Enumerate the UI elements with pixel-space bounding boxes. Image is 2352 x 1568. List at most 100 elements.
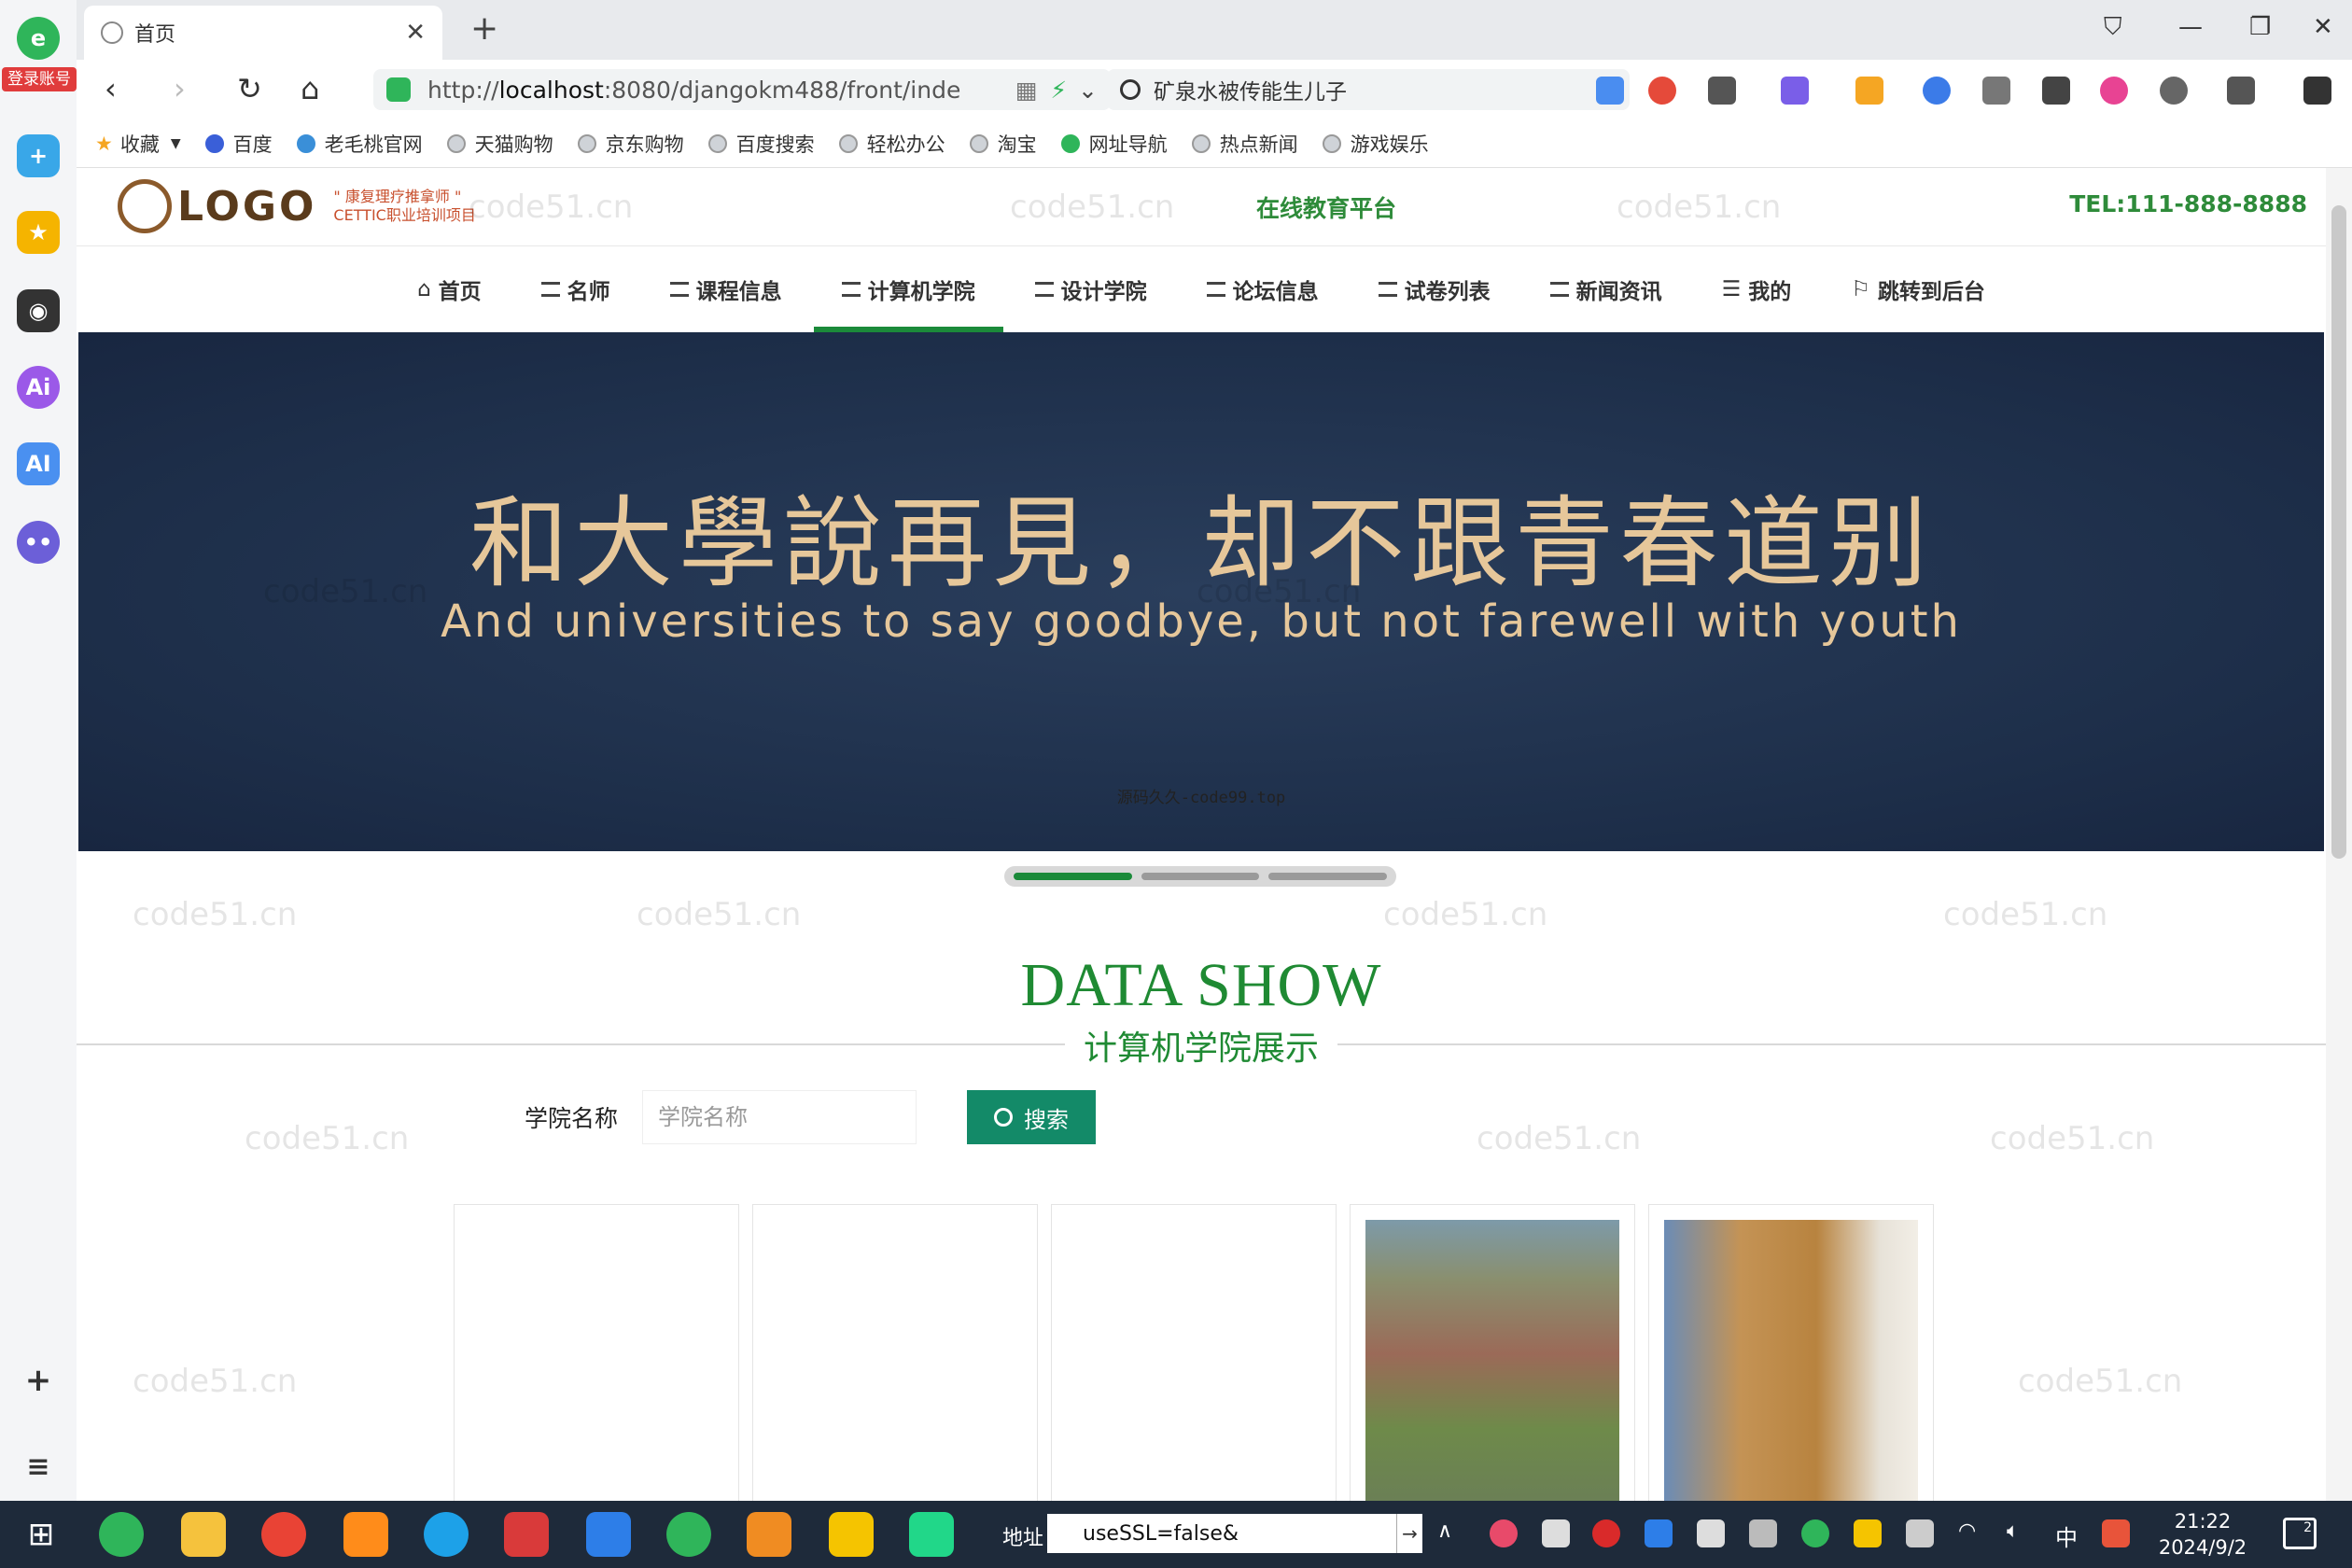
- volume-icon[interactable]: 🔈︎: [2007, 1519, 2035, 1547]
- carousel-dot-3[interactable]: [1268, 873, 1388, 880]
- tray-chevron-icon[interactable]: ∧: [1437, 1519, 1465, 1547]
- wps-icon[interactable]: [504, 1512, 549, 1557]
- hero-banner[interactable]: 和大學說再見，却不跟青春道别 And universities to say g…: [78, 332, 2324, 851]
- page-scrollbar[interactable]: [2326, 168, 2352, 1501]
- minimize-button[interactable]: —: [2178, 13, 2203, 41]
- ai-assistant-icon[interactable]: Ai: [17, 366, 60, 409]
- url-text[interactable]: http://localhost:8080/djangokm488/front/…: [427, 77, 1006, 104]
- tray-todesk-icon[interactable]: [1645, 1519, 1673, 1547]
- sublime-icon[interactable]: [343, 1512, 388, 1557]
- mail-icon[interactable]: [1596, 77, 1624, 105]
- menu-item-admin[interactable]: ⚐ 跳转到后台: [1851, 246, 1985, 332]
- bookmark-laomaotao[interactable]: 老毛桃官网: [296, 130, 423, 158]
- navicat-icon[interactable]: [747, 1512, 791, 1557]
- sogou-icon[interactable]: [2102, 1519, 2130, 1547]
- magnifier-icon[interactable]: [1923, 77, 1951, 105]
- tab-close-icon[interactable]: ✕: [405, 19, 426, 47]
- menu-item-courses[interactable]: 课程信息: [669, 246, 782, 332]
- close-window-button[interactable]: ✕: [2313, 13, 2333, 41]
- tray-mail-icon[interactable]: [1697, 1519, 1725, 1547]
- wifi-icon[interactable]: ◠: [1958, 1519, 1986, 1547]
- weibo-icon[interactable]: [1648, 77, 1676, 105]
- kk-icon[interactable]: [829, 1512, 874, 1557]
- address-bar[interactable]: http://localhost:8080/djangokm488/front/…: [373, 69, 1111, 110]
- plus-app-icon[interactable]: +: [17, 134, 60, 177]
- taskbar-go-icon[interactable]: →: [1396, 1514, 1422, 1553]
- college-card[interactable]: [1350, 1204, 1635, 1501]
- tray-app-icon[interactable]: [1490, 1519, 1518, 1547]
- college-card[interactable]: [454, 1204, 739, 1501]
- sidebar-add-icon[interactable]: +: [17, 1359, 60, 1402]
- bookmark-hot-news[interactable]: 热点新闻: [1191, 130, 1298, 158]
- start-icon[interactable]: ⊞: [19, 1512, 63, 1557]
- extensions-icon[interactable]: [1982, 77, 2010, 105]
- browser-taskbar-icon[interactable]: [99, 1512, 144, 1557]
- bookmark-tmall[interactable]: 天猫购物: [446, 130, 553, 158]
- edge-icon[interactable]: [424, 1512, 469, 1557]
- bot-face-icon[interactable]: ••: [17, 521, 60, 564]
- menu-item-teachers[interactable]: 名师: [540, 246, 610, 332]
- college-card[interactable]: [1051, 1204, 1337, 1501]
- bookmark-office[interactable]: 轻松办公: [838, 130, 945, 158]
- tray-wechat-icon[interactable]: [1801, 1519, 1829, 1547]
- menu-item-computer-college[interactable]: 计算机学院: [813, 246, 1003, 332]
- site-logo[interactable]: LOGO " 康复理疗推拿师 " CETTIC职业培训项目: [118, 179, 476, 233]
- scrollbar-thumb[interactable]: [2331, 205, 2346, 859]
- favorites-star-icon[interactable]: ★: [17, 211, 60, 254]
- input-method-indicator[interactable]: 中: [2055, 1519, 2078, 1552]
- menu-item-mine[interactable]: ☰ 我的: [1722, 246, 1792, 332]
- browser-logo-icon[interactable]: e: [17, 17, 60, 60]
- search-text[interactable]: 矿泉水被传能生儿子: [1154, 74, 1347, 105]
- college-name-input[interactable]: [642, 1090, 917, 1144]
- file-explorer-icon[interactable]: [181, 1512, 226, 1557]
- forward-icon[interactable]: ›: [174, 71, 186, 106]
- scissors-icon[interactable]: [1708, 77, 1736, 105]
- bookmark-jd[interactable]: 京东购物: [577, 130, 684, 158]
- tray-usb-icon[interactable]: [1542, 1519, 1570, 1547]
- speed-icon[interactable]: ⚡: [1050, 77, 1067, 104]
- tray-transfer-icon[interactable]: [1749, 1519, 1777, 1547]
- bookmark-baidu-search[interactable]: 百度搜索: [707, 130, 815, 158]
- menu-item-exams[interactable]: 试卷列表: [1378, 246, 1491, 332]
- ai-color-icon[interactable]: [2100, 77, 2128, 105]
- chrome-icon[interactable]: [261, 1512, 306, 1557]
- reload-icon[interactable]: ↻: [237, 71, 262, 106]
- bookmark-taobao[interactable]: 淘宝: [969, 130, 1037, 158]
- carousel-dot-2[interactable]: [1141, 873, 1260, 880]
- taskbar-address-input[interactable]: useSSL=false&: [1047, 1514, 1422, 1553]
- game-controller-icon[interactable]: ◉: [17, 289, 60, 332]
- maximize-button[interactable]: ❐: [2249, 13, 2271, 41]
- menu-item-forum[interactable]: 论坛信息: [1206, 246, 1319, 332]
- bookmark-games[interactable]: 游戏娱乐: [1322, 130, 1429, 158]
- chevron-down-icon[interactable]: ⌄: [1078, 77, 1098, 104]
- qr-icon[interactable]: ▦: [1015, 77, 1038, 104]
- translate-icon[interactable]: [1781, 77, 1809, 105]
- menu-item-news[interactable]: 新闻资讯: [1549, 246, 1662, 332]
- college-card[interactable]: [752, 1204, 1038, 1501]
- search-button[interactable]: 搜索: [967, 1090, 1097, 1144]
- system-clock[interactable]: 21:22 2024/9/2: [2147, 1508, 2259, 1561]
- main-menu-icon[interactable]: [2303, 77, 2331, 105]
- wechat-icon[interactable]: [666, 1512, 711, 1557]
- home-icon[interactable]: ⌂: [301, 71, 319, 106]
- college-card[interactable]: [1648, 1204, 1934, 1501]
- pycharm-icon[interactable]: [909, 1512, 954, 1557]
- undo-icon[interactable]: [2227, 77, 2255, 105]
- grid-apps-icon[interactable]: [2042, 77, 2070, 105]
- notification-icon[interactable]: 2: [2283, 1518, 2317, 1549]
- bookmark-baidu[interactable]: 百度: [204, 130, 273, 158]
- search-box[interactable]: 矿泉水被传能生儿子: [1107, 69, 1630, 110]
- shield-extension-icon[interactable]: [1855, 77, 1883, 105]
- new-tab-button[interactable]: +: [470, 9, 498, 48]
- login-badge[interactable]: 登录账号: [2, 67, 77, 91]
- tab-home[interactable]: 首页 ✕: [84, 6, 442, 60]
- tray-device-icon[interactable]: [1906, 1519, 1934, 1547]
- tray-kk-icon[interactable]: [1854, 1519, 1882, 1547]
- menu-item-home[interactable]: ⌂ 首页: [417, 246, 482, 332]
- bookmark-favorites[interactable]: ★ 收藏 ▼: [95, 130, 181, 158]
- skin-icon[interactable]: ⛉: [2104, 13, 2122, 42]
- todesk-icon[interactable]: [586, 1512, 631, 1557]
- back-icon[interactable]: ‹: [105, 71, 117, 106]
- tray-antivirus-icon[interactable]: [1592, 1519, 1620, 1547]
- carousel-dot-1[interactable]: [1014, 873, 1132, 880]
